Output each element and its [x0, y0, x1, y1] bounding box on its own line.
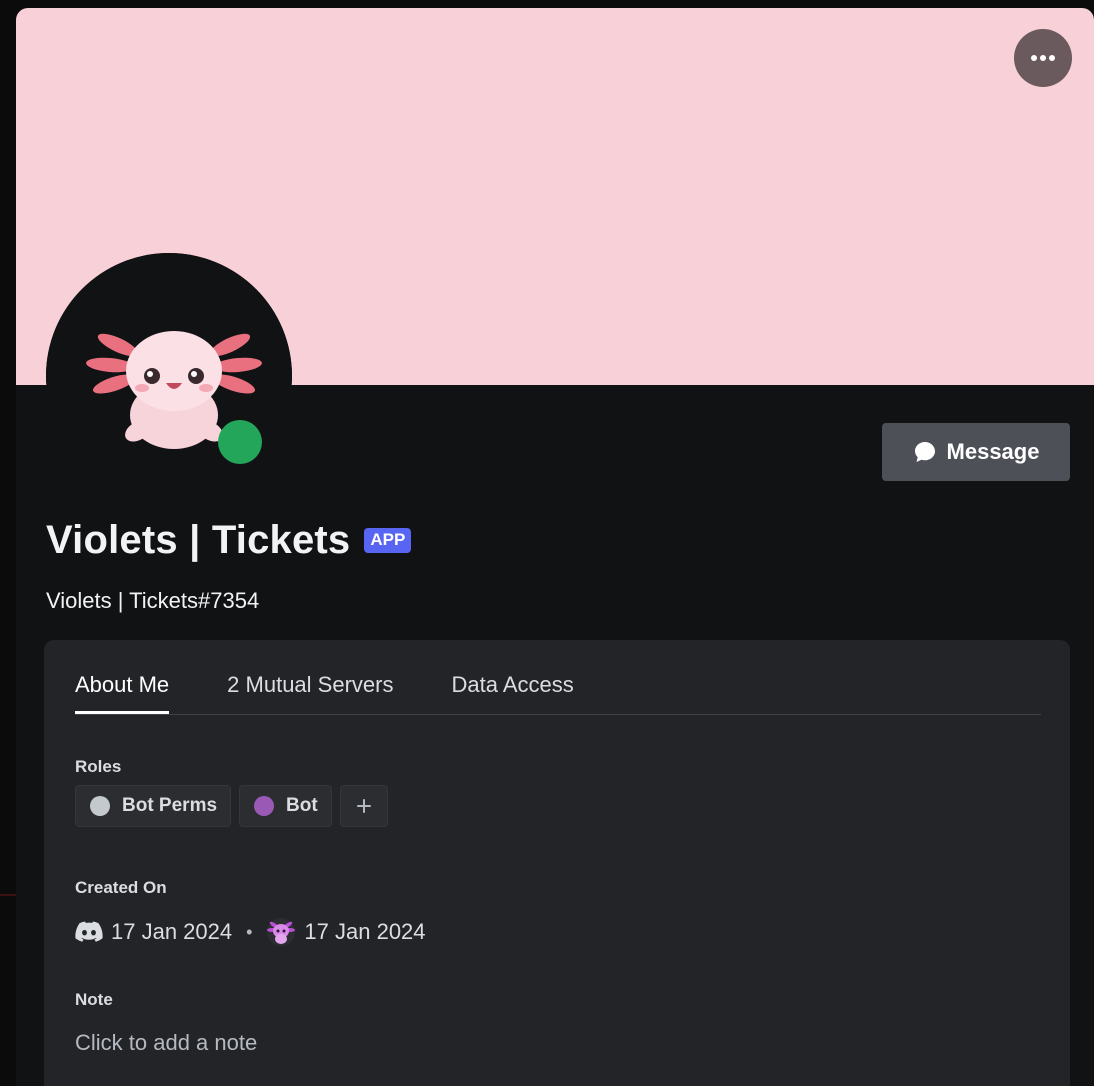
window-edge-mark: [0, 894, 16, 896]
tab-mutual-servers[interactable]: 2 Mutual Servers: [227, 668, 393, 714]
server-icon: [266, 917, 296, 947]
username: Violets | Tickets#7354: [46, 588, 260, 613]
note-heading: Note: [75, 990, 113, 1009]
note-input[interactable]: [75, 1030, 975, 1056]
role-name: Bot Perms: [122, 795, 218, 816]
role-color-dot: [254, 796, 275, 816]
created-on-row: 17 Jan 2024 • 17 Jan 2024: [75, 917, 426, 947]
created-on-heading: Created On: [75, 878, 167, 897]
discord-logo-icon: [75, 921, 103, 943]
role-color-dot: [90, 796, 110, 816]
role-name: Bot: [286, 795, 318, 816]
app-frame: Message Violets | Tickets APP Violets | …: [0, 0, 1094, 1086]
more-options-button[interactable]: [1014, 29, 1072, 87]
server-join-date: 17 Jan 2024: [304, 919, 426, 944]
axolotl-avatar-image: [86, 331, 262, 449]
display-name: Violets | Tickets: [46, 518, 351, 562]
avatar-container[interactable]: [46, 253, 292, 499]
plus-icon: [356, 799, 371, 813]
user-profile-modal: Message Violets | Tickets APP Violets | …: [16, 8, 1094, 1086]
roles-heading: Roles: [75, 757, 122, 776]
role-pill-bot-perms[interactable]: Bot Perms: [75, 785, 232, 827]
add-role-button[interactable]: [339, 785, 388, 827]
chat-bubble-icon: [914, 442, 935, 462]
tab-data-access[interactable]: Data Access: [451, 668, 573, 714]
app-badge: APP: [364, 528, 412, 553]
avatar[interactable]: [46, 253, 292, 499]
tab-about-me[interactable]: About Me: [75, 668, 170, 714]
ellipsis-icon: [1031, 55, 1055, 61]
discord-join-date: 17 Jan 2024: [111, 919, 233, 944]
date-separator: •: [246, 921, 253, 942]
role-pill-bot[interactable]: Bot: [239, 785, 332, 827]
profile-tabs: About Me 2 Mutual Servers Data Access: [75, 668, 1041, 715]
display-name-row: Violets | Tickets APP: [46, 518, 412, 563]
message-button[interactable]: Message: [882, 423, 1070, 481]
message-button-label: Message: [946, 439, 1040, 464]
online-status-indicator: [218, 420, 262, 464]
roles-list: Bot Perms Bot: [75, 785, 388, 827]
profile-body-card: About Me 2 Mutual Servers Data Access Ro…: [44, 640, 1070, 1086]
